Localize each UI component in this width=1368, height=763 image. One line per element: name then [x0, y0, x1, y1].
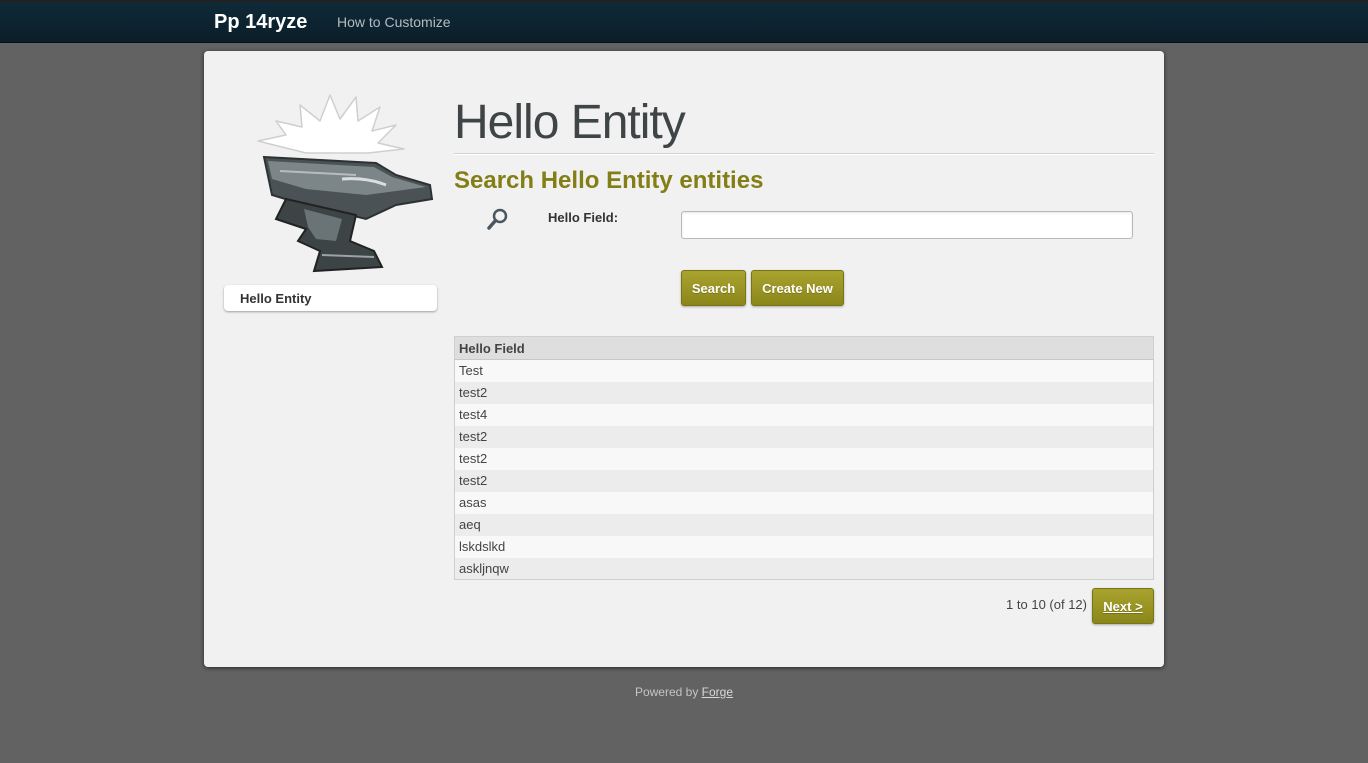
table-row[interactable]: test2 [454, 469, 1154, 492]
magnifier-icon [487, 208, 508, 230]
hello-field-input[interactable] [681, 211, 1133, 239]
next-page-button[interactable]: Next > [1092, 588, 1154, 624]
table-cell[interactable]: lskdslkd [454, 535, 1154, 558]
hello-field-label: Hello Field: [548, 210, 619, 225]
table-cell[interactable]: test2 [454, 469, 1154, 492]
table-cell[interactable]: test2 [454, 425, 1154, 448]
brand-link[interactable]: Pp 14ryze [214, 11, 307, 34]
table-cell[interactable]: askljnqw [454, 557, 1154, 580]
table-cell[interactable]: aeq [454, 513, 1154, 536]
top-navbar: Pp 14ryze How to Customize [0, 0, 1368, 43]
pagination-info: 1 to 10 (of 12) [1006, 597, 1087, 612]
anvil-logo-icon [257, 94, 434, 273]
table-row[interactable]: lskdslkd [454, 535, 1154, 558]
table-cell[interactable]: test4 [454, 403, 1154, 426]
section-title: Search Hello Entity entities [454, 167, 764, 194]
sidebar-item-hello-entity[interactable]: Hello Entity [224, 285, 437, 311]
table-cell[interactable]: Test [454, 359, 1154, 382]
results-table: Hello Field Test test2 test4 test2 test2… [454, 336, 1154, 580]
footer-prefix: Powered by [634, 685, 699, 699]
forge-link[interactable]: Forge [702, 685, 733, 699]
footer: Powered by Forge [0, 685, 1368, 699]
how-to-customize-link[interactable]: How to Customize [337, 14, 451, 30]
table-row[interactable]: Test [454, 359, 1154, 382]
table-row[interactable]: test2 [454, 447, 1154, 470]
table-cell[interactable]: test2 [454, 447, 1154, 470]
main-panel: Hello Entity Hello Entity Search Hello E… [204, 51, 1164, 667]
table-row[interactable]: aeq [454, 513, 1154, 536]
table-row[interactable]: asas [454, 491, 1154, 514]
column-header-hello-field[interactable]: Hello Field [454, 336, 1154, 360]
create-new-button[interactable]: Create New [751, 270, 844, 306]
table-row[interactable]: test2 [454, 381, 1154, 404]
table-row[interactable]: test2 [454, 425, 1154, 448]
search-button[interactable]: Search [681, 270, 746, 306]
title-divider [454, 153, 1154, 155]
table-row[interactable]: test4 [454, 403, 1154, 426]
page-title: Hello Entity [454, 96, 686, 149]
table-cell[interactable]: test2 [454, 381, 1154, 404]
table-cell[interactable]: asas [454, 491, 1154, 514]
table-row[interactable]: askljnqw [454, 557, 1154, 580]
